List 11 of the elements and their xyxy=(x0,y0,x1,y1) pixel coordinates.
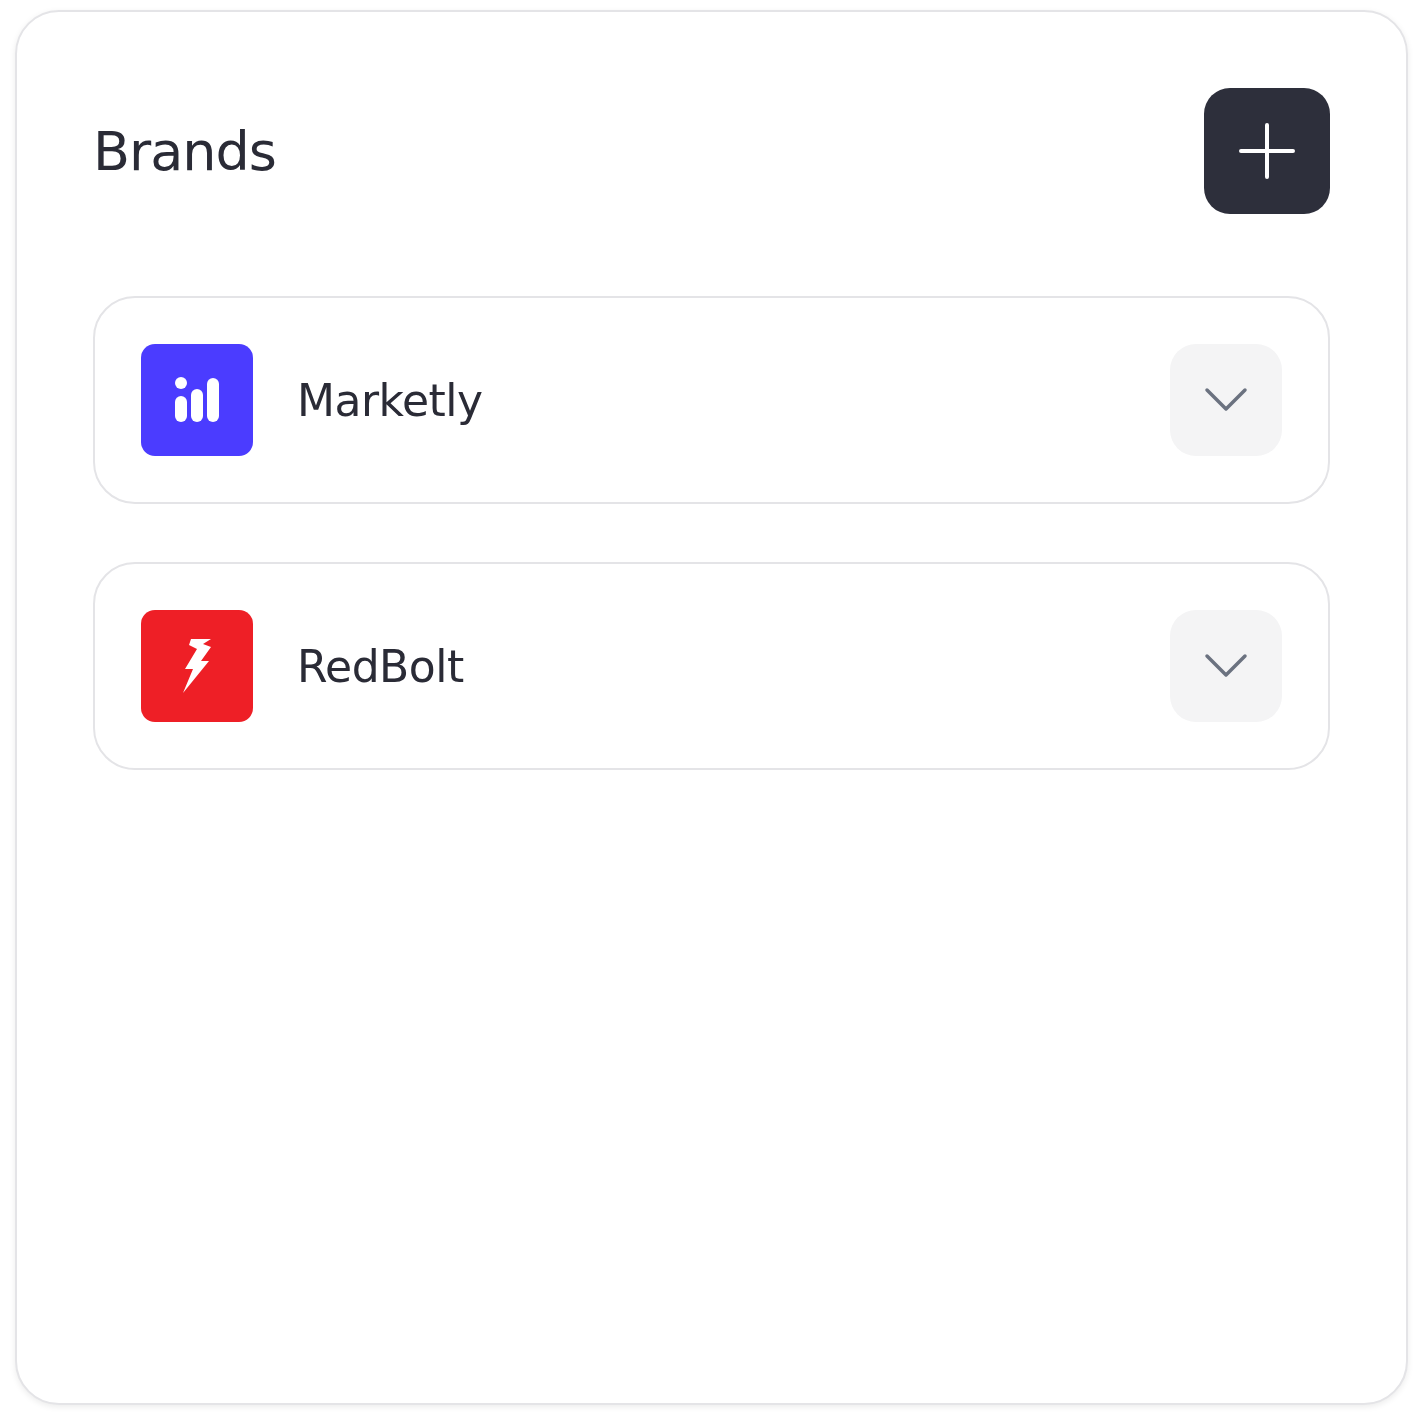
brand-name: RedBolt xyxy=(297,640,465,692)
chevron-icon xyxy=(1204,387,1248,413)
add-button[interactable] xyxy=(1204,88,1330,214)
expand-button[interactable] xyxy=(1170,610,1282,722)
expand-button[interactable] xyxy=(1170,344,1282,456)
panel-title: Brands xyxy=(93,119,276,183)
lightning-bolt-icon xyxy=(181,639,213,693)
brand-name: Marketly xyxy=(297,374,484,426)
bar-chart-icon xyxy=(173,376,221,424)
plus-icon xyxy=(1239,123,1295,179)
chevron-icon xyxy=(1204,653,1248,679)
